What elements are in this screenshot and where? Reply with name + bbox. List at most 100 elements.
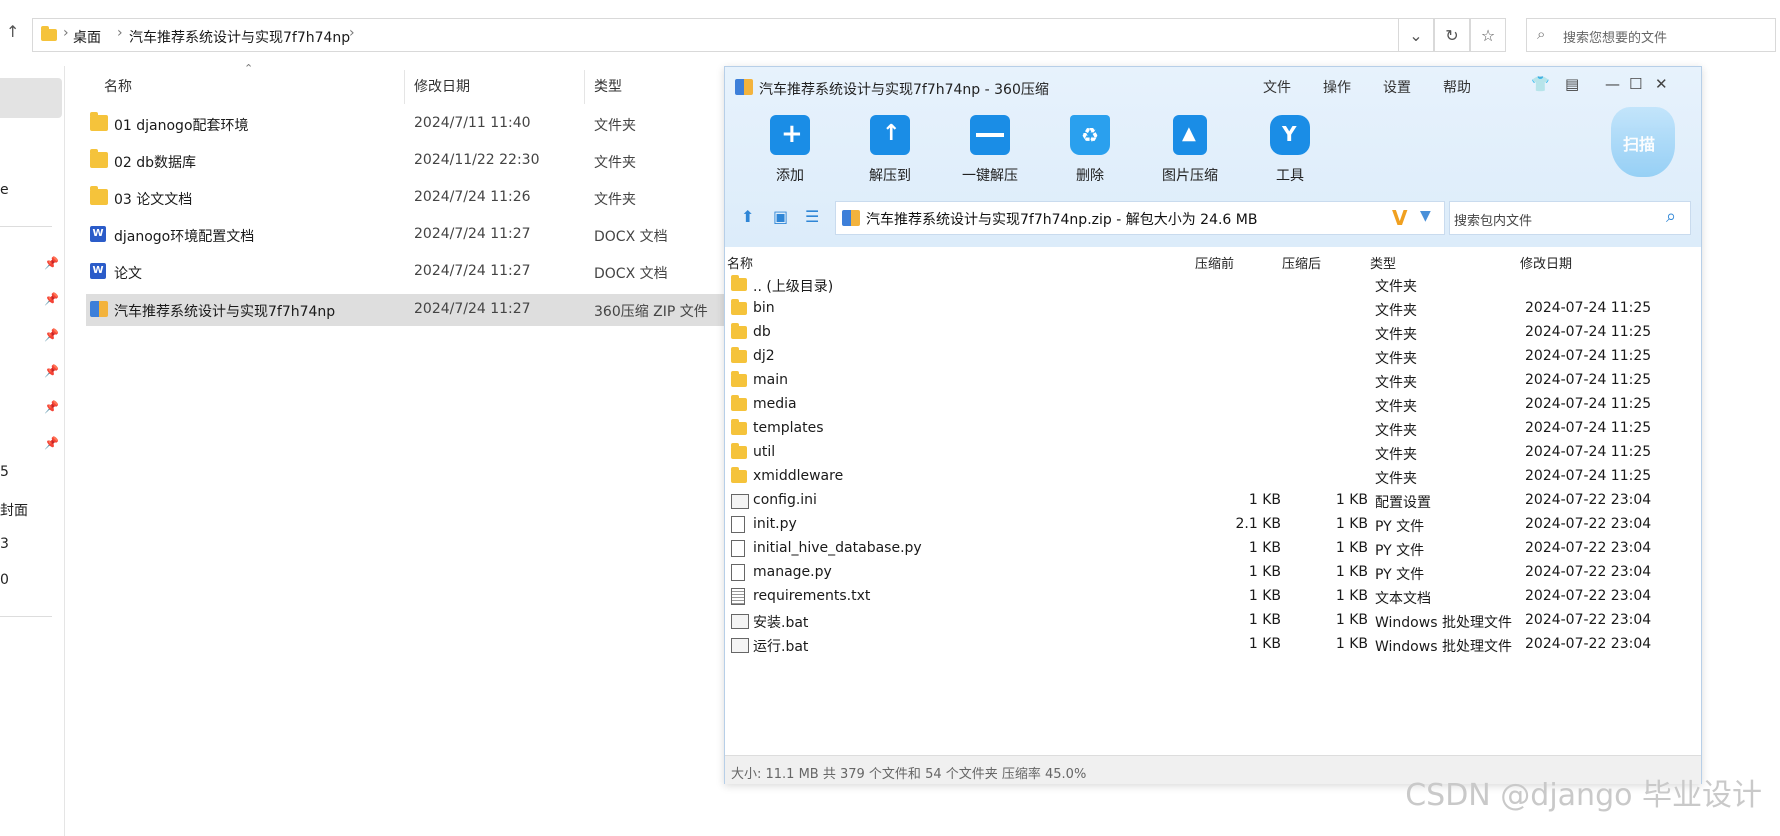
archive-row[interactable]: manage.py 1 KB 1 KB PY 文件 2024-07-22 23:04 — [725, 561, 1701, 585]
address-bar[interactable]: › 桌面 › 汽车推荐系统设计与实现7f7h74np › — [32, 18, 1399, 52]
archive-row[interactable]: 运行.bat 1 KB 1 KB Windows 批处理文件 2024-07-22 23… — [725, 633, 1701, 657]
search-icon[interactable]: ⌕ — [1666, 206, 1676, 227]
column-header-date[interactable]: 修改日期 — [414, 76, 470, 96]
archive-row[interactable]: .. (上级目录) 文件夹 — [725, 273, 1701, 297]
file-row[interactable]: 02 db数据库 2024/11/22 22:30 文件夹 — [86, 145, 726, 177]
folder-icon — [731, 299, 747, 315]
divider — [0, 616, 52, 617]
refresh-icon[interactable]: ↻ — [1434, 18, 1470, 52]
entry-type: 文件夹 — [1375, 303, 1417, 319]
archive-row[interactable]: config.ini 1 KB 1 KB 配置设置 2024-07-22 23:04 — [725, 489, 1701, 513]
chevron-down-icon[interactable]: ⌄ — [1398, 18, 1434, 52]
archive-row[interactable]: util 文件夹 2024-07-24 11:25 — [725, 441, 1701, 465]
pin-star-icon[interactable]: ☆ — [1470, 18, 1506, 52]
archive-row[interactable]: dj2 文件夹 2024-07-24 11:25 — [725, 345, 1701, 369]
entry-type: 文件夹 — [1375, 399, 1417, 415]
pin-icon[interactable]: 📌 — [44, 436, 59, 450]
up-arrow-icon[interactable]: ↑ — [6, 22, 19, 41]
column-header-name[interactable]: 名称 — [104, 76, 132, 96]
one-click-extract-button[interactable]: 一键解压 — [945, 115, 1035, 185]
maximize-icon[interactable]: ☐ — [1629, 75, 1642, 93]
folder-icon — [90, 149, 108, 168]
explorer-search-input[interactable]: ⌕ 搜索您想要的文件 — [1526, 18, 1776, 52]
tools-button[interactable]: Y 工具 — [1245, 115, 1335, 185]
nav-item-fragment[interactable]: 3 — [0, 536, 9, 552]
scan-shield-icon[interactable]: 扫描 — [1611, 107, 1675, 177]
archive-path-bar[interactable]: 汽车推荐系统设计与实现7f7h74np.zip - 解包大小为 24.6 MB … — [835, 201, 1445, 235]
file-row-selected[interactable]: 汽车推荐系统设计与实现7f7h74np 2024/7/24 11:27 360压… — [86, 294, 726, 326]
add-button[interactable]: + 添加 — [745, 115, 835, 185]
extract-to-button[interactable]: ↑ 解压到 — [845, 115, 935, 185]
archive-row[interactable]: bin 文件夹 2024-07-24 11:25 — [725, 297, 1701, 321]
menu-settings[interactable]: 设置 — [1383, 77, 1411, 97]
nav-item-fragment[interactable]: 5 — [0, 464, 9, 480]
archive-row[interactable]: media 文件夹 2024-07-24 11:25 — [725, 393, 1701, 417]
column-divider[interactable] — [404, 70, 405, 104]
close-icon[interactable]: ✕ — [1655, 75, 1668, 93]
breadcrumb-current-folder[interactable]: 汽车推荐系统设计与实现7f7h74np — [129, 27, 350, 47]
file-type: DOCX 文档 — [594, 229, 668, 245]
view-icon[interactable]: ▣ — [773, 207, 788, 226]
nav-item-fragment[interactable]: e — [0, 182, 9, 198]
image-compress-button[interactable]: ▲ 图片压缩 — [1145, 115, 1235, 185]
file-type: 文件夹 — [594, 192, 636, 208]
file-row[interactable]: 01 djanogo配套环境 2024/7/11 11:40 文件夹 — [86, 108, 726, 140]
breadcrumb-desktop[interactable]: 桌面 — [73, 27, 101, 47]
list-view-icon[interactable]: ☰ — [805, 207, 819, 226]
scan-label: 扫描 — [1623, 135, 1656, 154]
skin-icon[interactable]: 👕 — [1531, 75, 1550, 93]
nav-item-fragment[interactable]: 0 — [0, 572, 9, 588]
up-level-icon[interactable]: ⬆ — [741, 207, 754, 226]
entry-name: .. (上级目录) — [753, 279, 834, 295]
entry-date: 2024-07-24 11:25 — [1525, 372, 1652, 388]
file-row[interactable]: W 论文 2024/7/24 11:27 DOCX 文档 — [86, 256, 726, 288]
dropdown-arrow-icon[interactable]: ▼ — [1420, 208, 1431, 224]
archive-row[interactable]: init.py 2.1 KB 1 KB PY 文件 2024-07-22 23:04 — [725, 513, 1701, 537]
column-header-type[interactable]: 类型 — [594, 76, 622, 96]
entry-type: 文件夹 — [1375, 423, 1417, 439]
menu-file[interactable]: 文件 — [1263, 77, 1291, 97]
entry-name: bin — [753, 300, 775, 316]
menu-help[interactable]: 帮助 — [1443, 77, 1471, 97]
minimize-icon[interactable]: — — [1605, 75, 1620, 93]
archive-row[interactable]: requirements.txt 1 KB 1 KB 文本文档 2024-07-22 2… — [725, 585, 1701, 609]
col-date[interactable]: 修改日期 — [1520, 253, 1572, 272]
archive-row[interactable]: db 文件夹 2024-07-24 11:25 — [725, 321, 1701, 345]
column-divider[interactable] — [584, 70, 585, 104]
entry-date: 2024-07-24 11:25 — [1525, 396, 1652, 412]
nav-item-fragment[interactable]: 封面 — [0, 500, 28, 520]
zip-icon — [842, 210, 860, 226]
archive-row[interactable]: initial_hive_database.py 1 KB 1 KB PY 文件 202… — [725, 537, 1701, 561]
col-name[interactable]: 名称 — [727, 253, 753, 272]
word-icon: W — [90, 263, 106, 279]
menu-operation[interactable]: 操作 — [1323, 77, 1351, 97]
one-click-extract-icon — [970, 115, 1010, 155]
folder-icon — [731, 371, 747, 387]
zip-app-icon — [735, 79, 753, 95]
col-size-after[interactable]: 压缩后 — [1282, 253, 1321, 272]
col-type[interactable]: 类型 — [1370, 253, 1396, 272]
archive-row[interactable]: templates 文件夹 2024-07-24 11:25 — [725, 417, 1701, 441]
archive-row[interactable]: xmiddleware 文件夹 2024-07-24 11:25 — [725, 465, 1701, 489]
pin-icon[interactable]: 📌 — [44, 256, 59, 270]
archive-search-placeholder: 搜索包内文件 — [1454, 214, 1533, 229]
entry-date: 2024-07-22 23:04 — [1525, 612, 1652, 628]
delete-button[interactable]: ♻ 删除 — [1045, 115, 1135, 185]
entry-name: config.ini — [753, 492, 817, 508]
file-row[interactable]: W djanogo环境配置文档 2024/7/24 11:27 DOCX 文档 — [86, 219, 726, 251]
entry-date: 2024-07-22 23:04 — [1525, 492, 1652, 508]
file-row[interactable]: 03 论文文档 2024/7/24 11:26 文件夹 — [86, 182, 726, 214]
archive-row[interactable]: main 文件夹 2024-07-24 11:25 — [725, 369, 1701, 393]
pin-icon[interactable]: 📌 — [44, 364, 59, 378]
pin-icon[interactable]: 📌 — [44, 328, 59, 342]
pin-icon[interactable]: 📌 — [44, 292, 59, 306]
file-date: 2024/7/11 11:40 — [414, 115, 531, 131]
archive-search-input[interactable]: 搜索包内文件 ⌕ — [1449, 201, 1691, 235]
col-size-before[interactable]: 压缩前 — [1195, 253, 1234, 272]
file-type: DOCX 文档 — [594, 266, 668, 282]
archive-row[interactable]: 安装.bat 1 KB 1 KB Windows 批处理文件 2024-07-22 23… — [725, 609, 1701, 633]
pin-icon[interactable]: 📌 — [44, 400, 59, 414]
nav-selected-item[interactable] — [0, 78, 62, 118]
tools-label: 工具 — [1276, 168, 1304, 184]
feedback-icon[interactable]: ▤ — [1565, 75, 1579, 93]
